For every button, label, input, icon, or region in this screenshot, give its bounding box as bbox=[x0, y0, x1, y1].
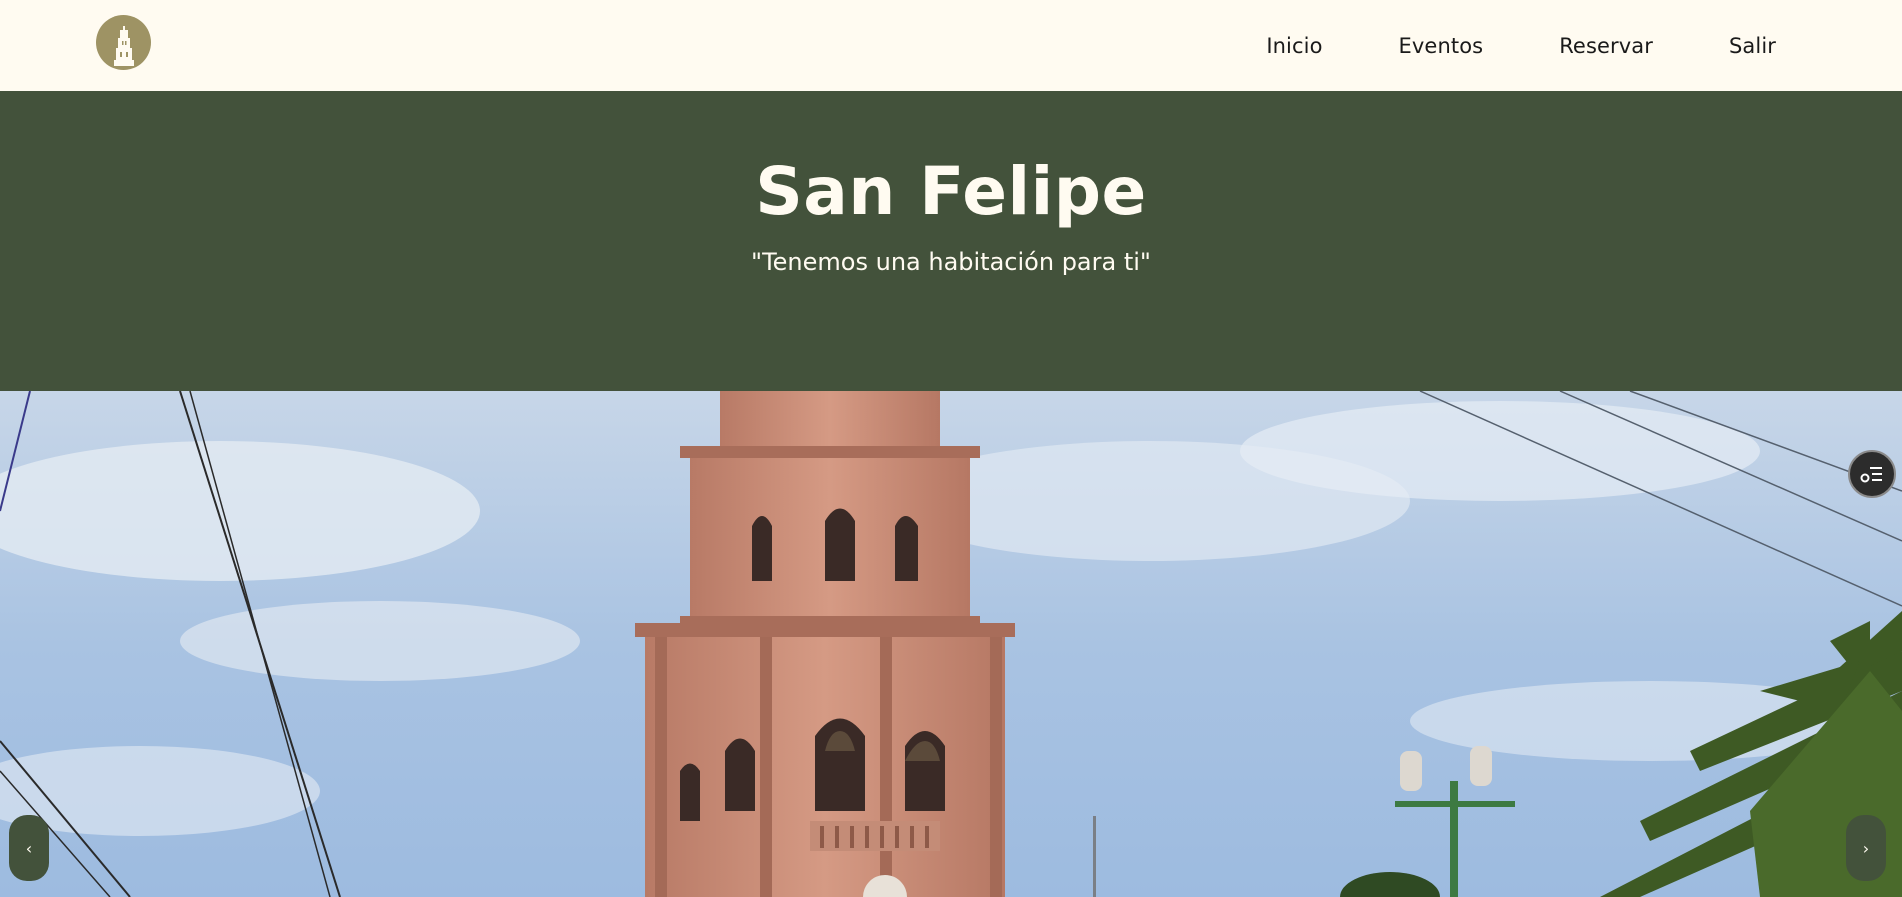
top-navbar: Inicio Eventos Reservar Salir bbox=[0, 0, 1902, 91]
hero-subtitle: "Tenemos una habitación para ti" bbox=[751, 248, 1151, 276]
nav-link-salir[interactable]: Salir bbox=[1729, 34, 1776, 58]
accessibility-menu-icon bbox=[1860, 467, 1882, 483]
hero-banner: San Felipe "Tenemos una habitación para … bbox=[0, 91, 1902, 391]
carousel-prev-button[interactable]: ‹ bbox=[9, 815, 49, 881]
nav-link-reservar[interactable]: Reservar bbox=[1559, 34, 1653, 58]
accessibility-menu-button[interactable] bbox=[1848, 450, 1896, 498]
hero-title: San Felipe bbox=[755, 153, 1147, 230]
church-tower-photo bbox=[0, 391, 1902, 897]
church-logo-icon bbox=[113, 26, 134, 66]
logo-icon[interactable] bbox=[96, 15, 151, 70]
image-carousel bbox=[0, 391, 1902, 897]
nav-link-eventos[interactable]: Eventos bbox=[1399, 34, 1484, 58]
nav-link-inicio[interactable]: Inicio bbox=[1266, 34, 1322, 58]
main-nav: Inicio Eventos Reservar Salir bbox=[1190, 0, 1776, 91]
carousel-next-button[interactable]: › bbox=[1846, 815, 1886, 881]
